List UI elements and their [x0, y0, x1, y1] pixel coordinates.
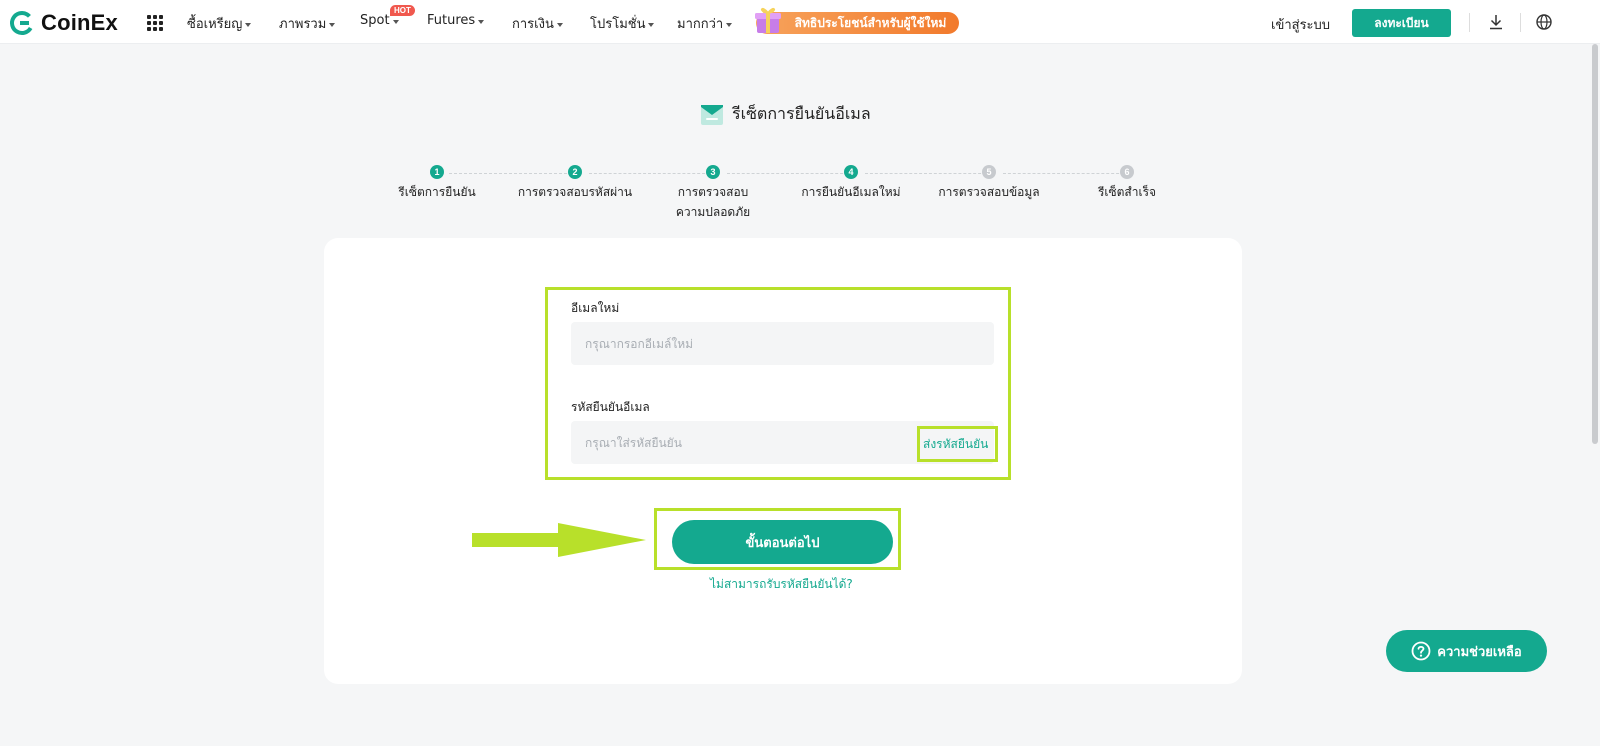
- step-label: การตรวจสอบข้อมูล: [938, 185, 1040, 199]
- step-number: 2: [568, 165, 582, 179]
- help-button[interactable]: ความช่วยเหลือ: [1386, 630, 1547, 672]
- globe-icon[interactable]: [1535, 13, 1553, 31]
- step-4: 4 การยืนยันอีเมลใหม่: [781, 164, 921, 202]
- chevron-down-icon: [392, 19, 399, 24]
- download-icon[interactable]: [1487, 13, 1505, 31]
- gift-icon: [755, 7, 781, 33]
- annotation-arrow: [472, 523, 646, 557]
- apps-grid-icon[interactable]: [147, 15, 163, 31]
- nav-overview[interactable]: ภาพรวม: [279, 13, 336, 34]
- divider: [1469, 13, 1470, 32]
- step-number: 1: [430, 165, 444, 179]
- step-label: การตรวจสอบความปลอดภัย: [675, 185, 751, 219]
- nav-promotions[interactable]: โปรโมชั่น: [590, 13, 655, 34]
- chevron-down-icon: [726, 22, 733, 27]
- cant-receive-code-link[interactable]: ไม่สามารถรับรหัสยืนยันได้?: [710, 575, 853, 594]
- brand-name: CoinEx: [41, 10, 118, 35]
- step-3: 3 การตรวจสอบความปลอดภัย: [643, 164, 783, 222]
- page-title-text: รีเซ็ตการยืนยันอีเมล: [732, 104, 871, 123]
- send-code-button[interactable]: ส่งรหัสยืนยัน: [923, 435, 988, 454]
- envelope-icon: [701, 104, 723, 125]
- page-title: รีเซ็ตการยืนยันอีเมล: [700, 102, 871, 127]
- question-circle-icon: [1411, 641, 1431, 661]
- step-number: 6: [1120, 165, 1134, 179]
- nav-more[interactable]: มากกว่า: [677, 13, 733, 34]
- chevron-down-icon: [478, 19, 485, 24]
- step-number: 3: [706, 165, 720, 179]
- coinex-logo[interactable]: CoinEx: [9, 10, 118, 36]
- step-label: รีเซ็ตการยืนยัน: [398, 185, 476, 199]
- step-2: 2 การตรวจสอบรหัสผ่าน: [505, 164, 645, 202]
- coinex-logo-icon: [10, 11, 34, 35]
- step-label: การตรวจสอบรหัสผ่าน: [517, 185, 633, 199]
- new-email-label: อีเมลใหม่: [571, 301, 620, 315]
- nav-futures[interactable]: Futures: [427, 13, 485, 28]
- step-5: 5 การตรวจสอบข้อมูล: [919, 164, 1059, 202]
- top-navigation: CoinEx ซื้อเหรียญ ภาพรวม Spot HOT Future…: [0, 0, 1600, 44]
- email-code-input[interactable]: [583, 434, 907, 451]
- register-button[interactable]: ลงทะเบียน: [1352, 9, 1451, 37]
- progress-stepper: 1 รีเซ็ตการยืนยัน 2 การตรวจสอบรหัสผ่าน 3…: [0, 164, 1600, 224]
- step-label: รีเซ็ตสำเร็จ: [1097, 185, 1157, 199]
- new-email-field[interactable]: [571, 322, 994, 365]
- next-step-button[interactable]: ขั้นตอนต่อไป: [672, 520, 893, 564]
- step-6: 6 รีเซ็ตสำเร็จ: [1057, 164, 1197, 202]
- new-email-input[interactable]: [583, 335, 982, 352]
- chevron-down-icon: [648, 22, 655, 27]
- divider: [1520, 13, 1521, 32]
- chevron-down-icon: [556, 22, 563, 27]
- chevron-down-icon: [245, 22, 252, 27]
- nav-finance[interactable]: การเงิน: [512, 13, 563, 34]
- email-code-label: รหัสยืนยันอีเมล: [571, 400, 650, 414]
- login-link[interactable]: เข้าสู่ระบบ: [1271, 14, 1330, 35]
- step-1: 1 รีเซ็ตการยืนยัน: [367, 164, 507, 202]
- page-scrollbar[interactable]: [1592, 44, 1598, 444]
- chevron-down-icon: [329, 22, 336, 27]
- step-label: การยืนยันอีเมลใหม่: [801, 185, 901, 199]
- hot-badge: HOT: [390, 5, 415, 16]
- step-number: 4: [844, 165, 858, 179]
- step-number: 5: [982, 165, 996, 179]
- nav-buy-crypto[interactable]: ซื้อเหรียญ: [187, 13, 252, 34]
- new-user-promo-banner[interactable]: สิทธิประโยชน์สำหรับผู้ใช้ใหม่: [756, 12, 959, 34]
